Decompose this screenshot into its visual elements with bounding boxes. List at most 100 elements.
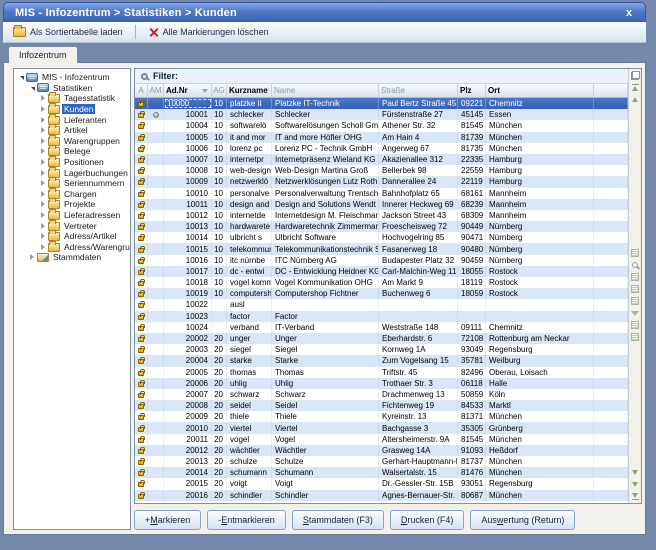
column-header-strasse[interactable]: Straße (379, 84, 458, 97)
cell-adnr[interactable]: 10009 (164, 176, 212, 187)
cell-ort[interactable]: Rostock (486, 288, 594, 299)
cell-adnr[interactable]: 20012 (164, 445, 212, 456)
table-row[interactable]: 2000920thieleThieleKyreinstr. 1381371Mün… (135, 411, 628, 422)
scroll-down-icon[interactable] (631, 468, 640, 477)
cell-plz[interactable]: 81545 (458, 120, 486, 131)
cell-filler[interactable] (594, 232, 628, 243)
cell-adnr[interactable]: 20015 (164, 478, 212, 489)
cell-strasse[interactable]: Bellerbek 98 (379, 165, 458, 176)
expand-arrow-icon[interactable] (39, 233, 46, 240)
cell-adnr[interactable]: 10017 (164, 266, 212, 277)
scroll-last-icon[interactable] (631, 492, 640, 501)
cell-filler[interactable] (594, 120, 628, 131)
cell-am[interactable] (148, 255, 164, 266)
collapse-arrow-icon[interactable] (28, 84, 35, 91)
cell-name[interactable]: DC - Entwicklung Heidner KG (272, 266, 379, 277)
tree-item-adress-warengruppen[interactable]: Adress/Warengruppen (14, 242, 130, 253)
cell-a[interactable] (135, 255, 148, 266)
expand-arrow-icon[interactable] (39, 212, 46, 219)
cell-ort[interactable]: München (486, 456, 594, 467)
cell-plz[interactable]: 81739 (458, 132, 486, 143)
cell-adnr[interactable]: 10015 (164, 243, 212, 254)
table-row[interactable]: 2000720schwarzSchwarzDrachmenweg 1350859… (135, 389, 628, 400)
cell-kurzname[interactable]: uhlig (227, 378, 272, 389)
cell-ag[interactable]: 20 (212, 389, 227, 400)
cell-adnr[interactable]: 20002 (164, 333, 212, 344)
expand-arrow-icon[interactable] (39, 222, 46, 229)
cell-plz[interactable]: 91093 (458, 445, 486, 456)
table-row[interactable]: 2001020viertelViertelBachgasse 335305Grü… (135, 422, 628, 433)
cell-ag[interactable]: 10 (212, 143, 227, 154)
cell-ort[interactable]: Hamburg (486, 176, 594, 187)
cell-name[interactable]: Schulze (272, 456, 379, 467)
cell-am[interactable] (148, 188, 164, 199)
cell-kurzname[interactable]: thiele (227, 411, 272, 422)
cell-ag[interactable] (212, 299, 227, 310)
expand-arrow-icon[interactable] (39, 180, 46, 187)
cell-strasse[interactable]: Eberhardstr. 6 (379, 333, 458, 344)
cell-adnr[interactable]: 10016 (164, 255, 212, 266)
cell-plz[interactable]: 50859 (458, 389, 486, 400)
cell-kurzname[interactable]: personalve (227, 188, 272, 199)
column-header-ort[interactable]: Ort (486, 84, 594, 97)
cell-name[interactable]: Platzke IT-Technik (272, 98, 379, 109)
cell-a[interactable] (135, 322, 148, 333)
cell-ort[interactable]: Mannheim (486, 188, 594, 199)
cell-plz[interactable]: 35305 (458, 422, 486, 433)
tree-item-lieferadressen[interactable]: Lieferadressen (14, 210, 130, 221)
cell-plz[interactable]: 09111 (458, 322, 486, 333)
cell-ag[interactable]: 20 (212, 344, 227, 355)
cell-a[interactable] (135, 277, 148, 288)
cell-kurzname[interactable]: thomas (227, 367, 272, 378)
cell-plz[interactable]: 68309 (458, 210, 486, 221)
load-sort-table-button[interactable]: Als Sortiertabelle laden (7, 25, 129, 39)
cell-am[interactable] (148, 333, 164, 344)
cell-strasse[interactable]: Altersheimerstr. 9A (379, 434, 458, 445)
cell-kurzname[interactable]: factor (227, 311, 272, 322)
table-row[interactable]: 2001520voigtVoigtDr.-Gessler-Str. 15B930… (135, 478, 628, 489)
cell-kurzname[interactable]: it and mor (227, 132, 272, 143)
cell-ag[interactable]: 10 (212, 165, 227, 176)
cell-kurzname[interactable]: voigt (227, 478, 272, 489)
tree-item-warengruppen[interactable]: Warengruppen (14, 136, 130, 147)
cell-am[interactable] (148, 199, 164, 210)
cell-am[interactable] (148, 434, 164, 445)
clear-marks-button[interactable]: Alle Markierungen löschen (142, 25, 275, 40)
cell-ort[interactable]: Oberau, Loisach (486, 367, 594, 378)
cell-am[interactable] (148, 277, 164, 288)
table-row[interactable]: 2001220wächtlerWächtlerGrasweg 14A91093H… (135, 445, 628, 456)
cell-ag[interactable]: 20 (212, 411, 227, 422)
cell-ort[interactable]: Rottenburg am Neckar (486, 333, 594, 344)
column-header-ag[interactable]: AG (212, 84, 227, 97)
cell-a[interactable] (135, 188, 148, 199)
cell-kurzname[interactable]: platzke it (227, 98, 272, 109)
cell-kurzname[interactable]: wächtler (227, 445, 272, 456)
cell-adnr[interactable]: 20013 (164, 456, 212, 467)
cell-name[interactable]: Design and Solutions Wendt (272, 199, 379, 210)
cell-plz[interactable]: 81737 (458, 456, 486, 467)
cell-strasse[interactable]: Bahnhofplatz 65 (379, 188, 458, 199)
cell-ort[interactable]: Nürnberg (486, 243, 594, 254)
cell-filler[interactable] (594, 411, 628, 422)
cell-am[interactable] (148, 355, 164, 366)
cell-a[interactable] (135, 378, 148, 389)
cell-filler[interactable] (594, 389, 628, 400)
scroll-up-icon[interactable] (631, 95, 640, 104)
cell-adnr[interactable]: 10023 (164, 311, 212, 322)
clipboard-icon[interactable] (631, 297, 640, 306)
cell-strasse[interactable]: Buchenweg 6 (379, 288, 458, 299)
cell-plz[interactable]: 81735 (458, 143, 486, 154)
cell-strasse[interactable]: Zum Vogelsang 15 (379, 355, 458, 366)
tree-item-seriennummern[interactable]: Seriennummern (14, 178, 130, 189)
cell-ag[interactable]: 10 (212, 255, 227, 266)
cell-strasse[interactable]: Fürstenstraße 27 (379, 109, 458, 120)
cell-kurzname[interactable]: dc - entwi (227, 266, 272, 277)
expand-arrow-icon[interactable] (39, 169, 46, 176)
table-row[interactable]: 1000910netzwerklöNetzwerklösungen Lutz R… (135, 176, 628, 187)
cell-am[interactable] (148, 243, 164, 254)
cell-plz[interactable] (458, 299, 486, 310)
cell-a[interactable] (135, 210, 148, 221)
table-row[interactable]: 1001410ulbricht sUlbricht SoftwareHochvo… (135, 232, 628, 243)
cell-name[interactable]: Personalverwaltung Trentsch (272, 188, 379, 199)
cell-name[interactable]: Starke (272, 355, 379, 366)
